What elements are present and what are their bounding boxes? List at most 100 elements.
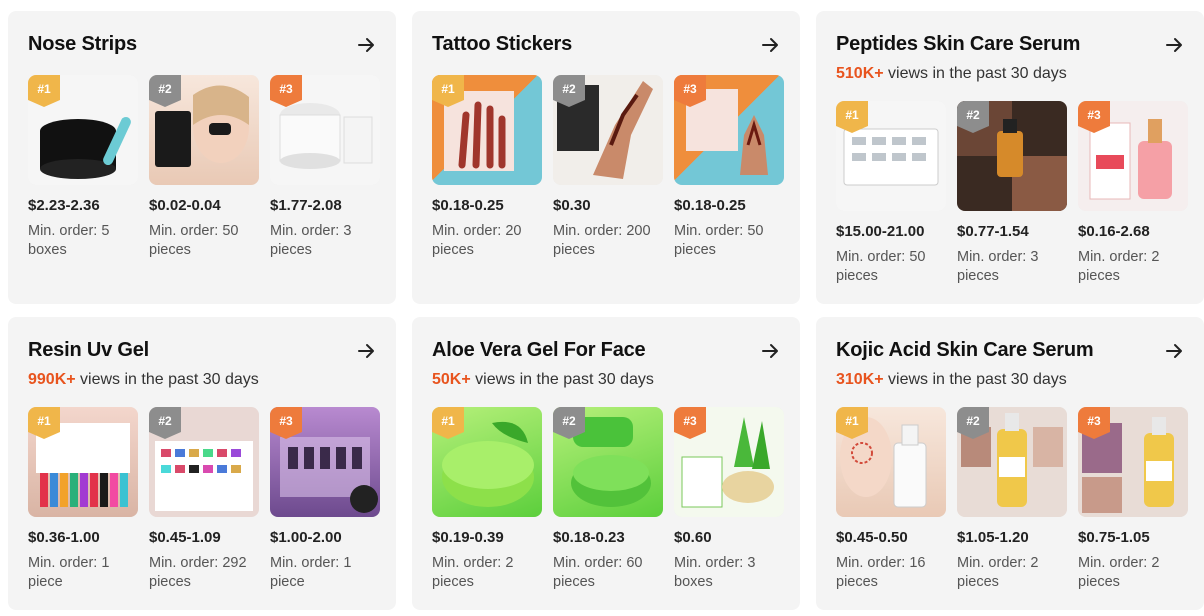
- price: $0.19-0.39: [432, 529, 504, 546]
- product-item[interactable]: #2 $0.02-0.04 Min. order: 50 pieces: [149, 75, 259, 260]
- price: $0.02-0.04: [149, 197, 221, 214]
- product-item[interactable]: #2 $0.77-1.54 Min. order: 3 pieces: [957, 101, 1067, 286]
- product-image[interactable]: #3: [674, 75, 784, 185]
- min-order: Min. order: 5 boxes: [28, 223, 110, 258]
- min-order: Min. order: 16 pieces: [836, 555, 926, 590]
- product-image[interactable]: #1: [432, 407, 542, 517]
- min-order: Min. order: 1 piece: [270, 555, 352, 590]
- min-order: Min. order: 3 pieces: [957, 249, 1039, 284]
- min-order: Min. order: 50 pieces: [836, 249, 926, 284]
- product-item[interactable]: #1 $0.45-0.50 Min. order: 16 pieces: [836, 407, 946, 592]
- card-title[interactable]: Nose Strips: [28, 33, 137, 56]
- min-order: Min. order: 20 pieces: [432, 223, 522, 258]
- min-order: Min. order: 2 pieces: [1078, 555, 1160, 590]
- product-image[interactable]: #1: [432, 75, 542, 185]
- product-image[interactable]: #3: [1078, 101, 1188, 211]
- card-title[interactable]: Aloe Vera Gel For Face: [432, 339, 646, 362]
- product-item[interactable]: #1 $0.18-0.25 Min. order: 20 pieces: [432, 75, 542, 260]
- card-title[interactable]: Tattoo Stickers: [432, 33, 572, 56]
- price: $1.05-1.20: [957, 529, 1029, 546]
- product-image[interactable]: #2: [957, 101, 1067, 211]
- product-item[interactable]: #1 $2.23-2.36 Min. order: 5 boxes: [28, 75, 138, 260]
- card-title[interactable]: Resin Uv Gel: [28, 339, 149, 362]
- min-order: Min. order: 50 pieces: [149, 223, 239, 258]
- price: $0.16-2.68: [1078, 223, 1150, 240]
- price: $0.75-1.05: [1078, 529, 1150, 546]
- views-info: 990K+ views in the past 30 days: [28, 371, 259, 389]
- price: $0.36-1.00: [28, 529, 100, 546]
- product-image[interactable]: #1: [836, 101, 946, 211]
- min-order: Min. order: 2 pieces: [957, 555, 1039, 590]
- min-order: Min. order: 3 pieces: [270, 223, 352, 258]
- views-text: views in the past 30 days: [883, 65, 1067, 82]
- card-title[interactable]: Peptides Skin Care Serum: [836, 33, 1080, 56]
- min-order: Min. order: 292 pieces: [149, 555, 247, 590]
- price: $0.18-0.25: [432, 197, 504, 214]
- card-nose-strips[interactable]: Nose Strips #1 $2.23-2.36 Min. order: 5 …: [8, 11, 396, 304]
- views-text: views in the past 30 days: [883, 371, 1067, 388]
- arrow-right-icon[interactable]: [1164, 35, 1184, 55]
- arrow-right-icon[interactable]: [356, 341, 376, 361]
- views-info: 50K+ views in the past 30 days: [432, 371, 654, 389]
- product-item[interactable]: #3 $1.77-2.08 Min. order: 3 pieces: [270, 75, 380, 260]
- product-image[interactable]: #1: [28, 75, 138, 185]
- price: $0.18-0.25: [674, 197, 746, 214]
- price: $0.45-0.50: [836, 529, 908, 546]
- product-image[interactable]: #2: [553, 75, 663, 185]
- min-order: Min. order: 60 pieces: [553, 555, 643, 590]
- views-info: 310K+ views in the past 30 days: [836, 371, 1067, 389]
- product-item[interactable]: #2 $1.05-1.20 Min. order: 2 pieces: [957, 407, 1067, 592]
- product-image[interactable]: #3: [270, 407, 380, 517]
- views-count: 510K+: [836, 65, 884, 82]
- product-item[interactable]: #2 $0.30 Min. order: 200 pieces: [553, 75, 663, 260]
- product-image[interactable]: #1: [836, 407, 946, 517]
- min-order: Min. order: 2 pieces: [432, 555, 514, 590]
- arrow-right-icon[interactable]: [760, 341, 780, 361]
- product-item[interactable]: #3 $0.18-0.25 Min. order: 50 pieces: [674, 75, 784, 260]
- product-item[interactable]: #2 $0.18-0.23 Min. order: 60 pieces: [553, 407, 663, 592]
- product-item[interactable]: #3 $1.00-2.00 Min. order: 1 piece: [270, 407, 380, 592]
- product-item[interactable]: #3 $0.75-1.05 Min. order: 2 pieces: [1078, 407, 1188, 592]
- price: $0.30: [553, 197, 591, 214]
- product-image[interactable]: #2: [149, 75, 259, 185]
- product-image[interactable]: #2: [957, 407, 1067, 517]
- views-count: 990K+: [28, 371, 76, 388]
- product-image[interactable]: #3: [270, 75, 380, 185]
- price: $0.45-1.09: [149, 529, 221, 546]
- product-item[interactable]: #2 $0.45-1.09 Min. order: 292 pieces: [149, 407, 259, 592]
- min-order: Min. order: 1 piece: [28, 555, 110, 590]
- product-item[interactable]: #1 $15.00-21.00 Min. order: 50 pieces: [836, 101, 946, 286]
- min-order: Min. order: 3 boxes: [674, 555, 756, 590]
- views-text: views in the past 30 days: [75, 371, 259, 388]
- card-tattoo-stickers[interactable]: Tattoo Stickers #1 $0.18-0.25 Min. order…: [412, 11, 800, 304]
- views-text: views in the past 30 days: [470, 371, 654, 388]
- min-order: Min. order: 200 pieces: [553, 223, 651, 258]
- price: $1.00-2.00: [270, 529, 342, 546]
- min-order: Min. order: 50 pieces: [674, 223, 764, 258]
- card-title[interactable]: Kojic Acid Skin Care Serum: [836, 339, 1094, 362]
- price: $1.77-2.08: [270, 197, 342, 214]
- price: $0.60: [674, 529, 712, 546]
- arrow-right-icon[interactable]: [356, 35, 376, 55]
- price: $0.77-1.54: [957, 223, 1029, 240]
- product-item[interactable]: #1 $0.19-0.39 Min. order: 2 pieces: [432, 407, 542, 592]
- card-peptides-serum[interactable]: Peptides Skin Care Serum 510K+ views in …: [816, 11, 1204, 304]
- product-image[interactable]: #1: [28, 407, 138, 517]
- product-image[interactable]: #3: [1078, 407, 1188, 517]
- arrow-right-icon[interactable]: [760, 35, 780, 55]
- product-image[interactable]: #2: [553, 407, 663, 517]
- arrow-right-icon[interactable]: [1164, 341, 1184, 361]
- product-image[interactable]: #2: [149, 407, 259, 517]
- card-kojic-acid-serum[interactable]: Kojic Acid Skin Care Serum 310K+ views i…: [816, 317, 1204, 610]
- card-aloe-vera-gel[interactable]: Aloe Vera Gel For Face 50K+ views in the…: [412, 317, 800, 610]
- price: $2.23-2.36: [28, 197, 100, 214]
- min-order: Min. order: 2 pieces: [1078, 249, 1160, 284]
- views-count: 50K+: [432, 371, 471, 388]
- product-item[interactable]: #3 $0.16-2.68 Min. order: 2 pieces: [1078, 101, 1188, 286]
- card-resin-uv-gel[interactable]: Resin Uv Gel 990K+ views in the past 30 …: [8, 317, 396, 610]
- product-item[interactable]: #3 $0.60 Min. order: 3 boxes: [674, 407, 784, 592]
- product-image[interactable]: #3: [674, 407, 784, 517]
- product-item[interactable]: #1 $0.36-1.00 Min. order: 1 piece: [28, 407, 138, 592]
- price: $0.18-0.23: [553, 529, 625, 546]
- price: $15.00-21.00: [836, 223, 925, 240]
